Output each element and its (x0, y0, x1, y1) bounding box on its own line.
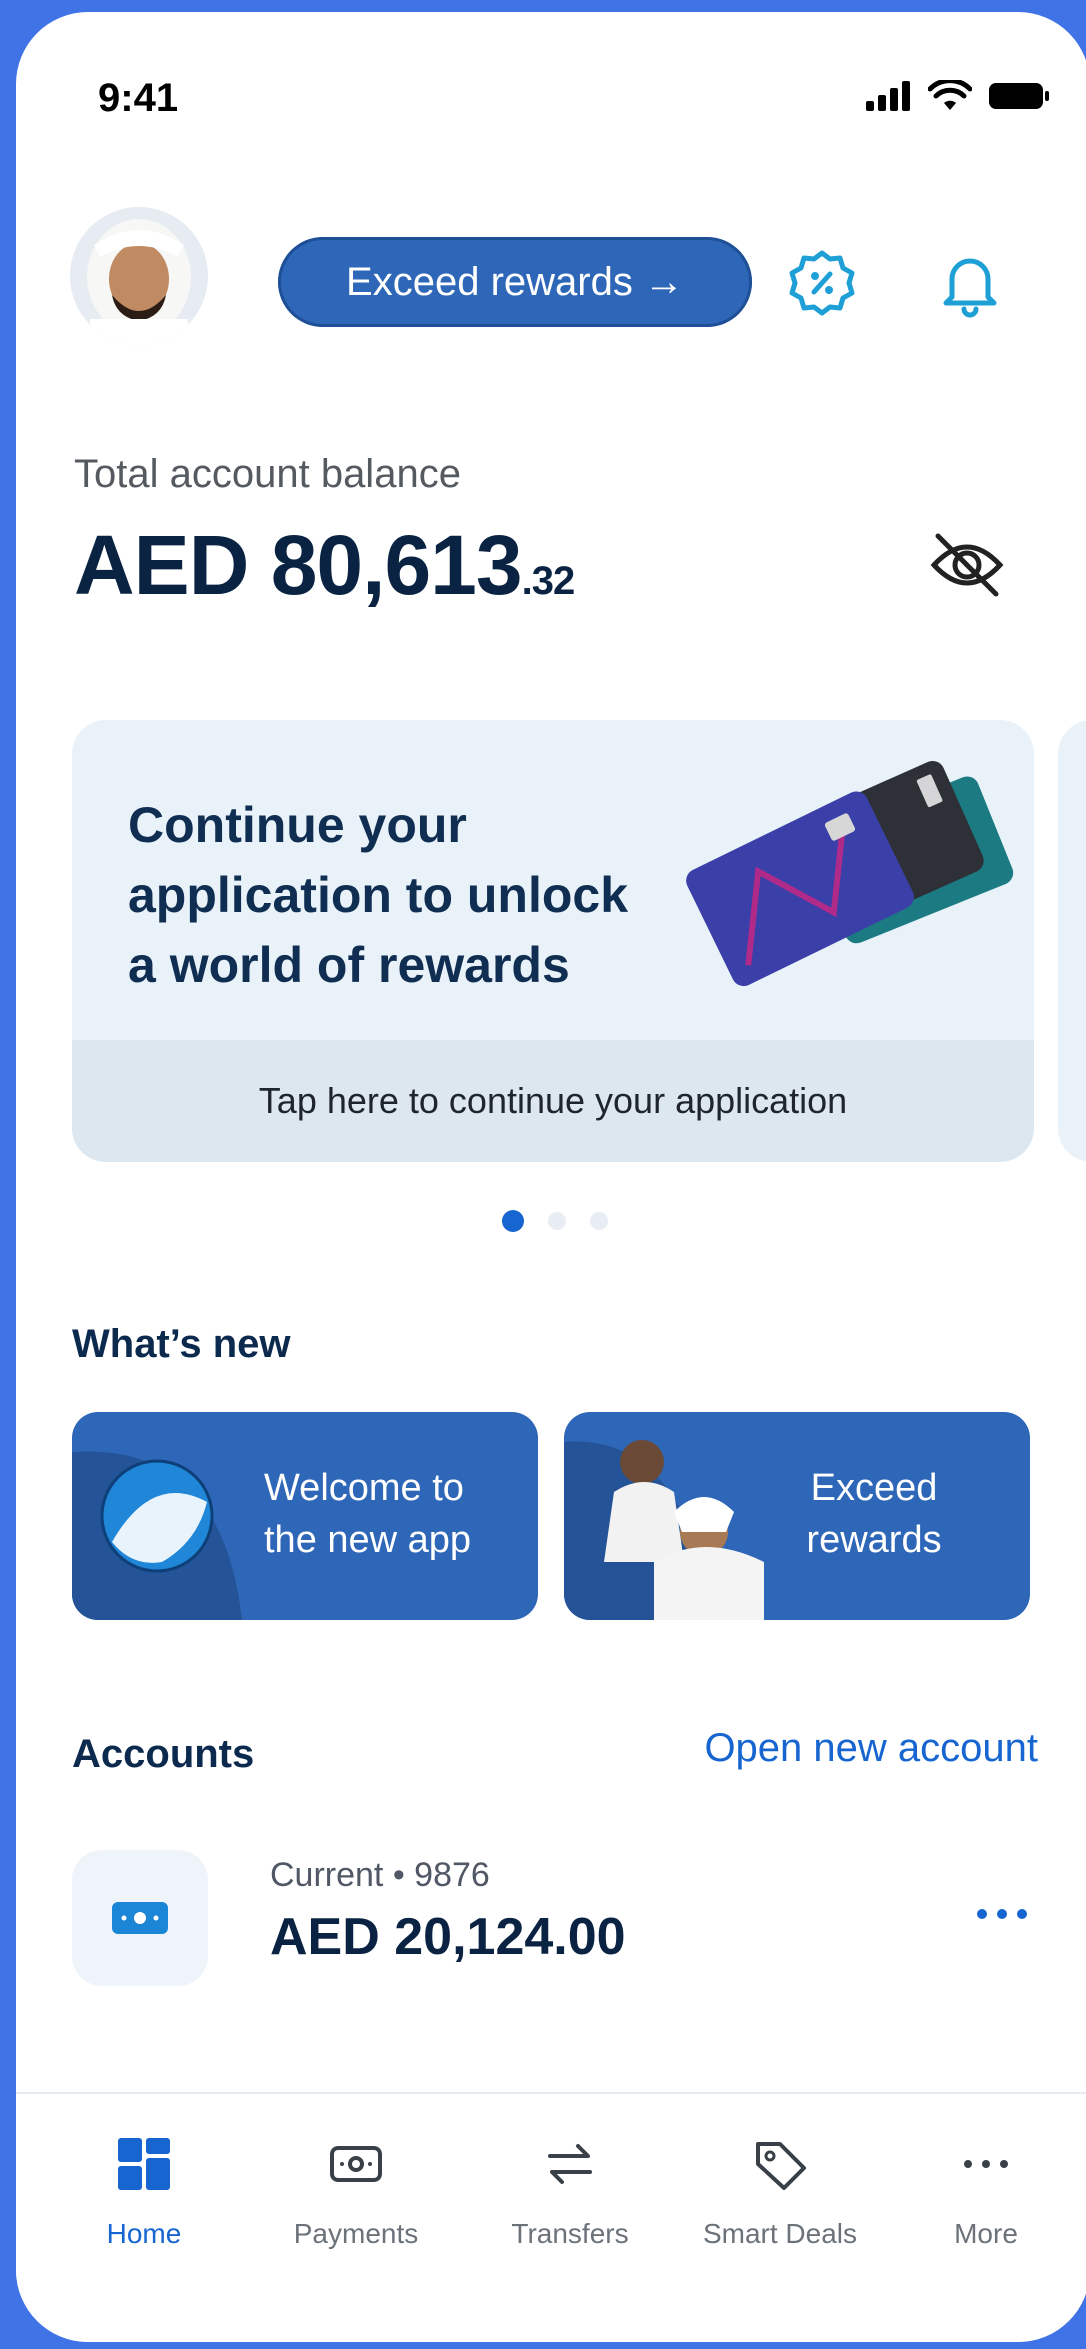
tile-line: Welcome to (264, 1467, 464, 1509)
signal-icon (866, 81, 910, 111)
carousel-pagination[interactable] (502, 1210, 608, 1232)
balance-label: Total account balance (74, 452, 461, 496)
tab-more[interactable]: More (886, 2134, 1086, 2274)
account-options-button[interactable] (972, 1894, 1032, 1934)
bottom-tab-bar: Home Payments Transfers Smart Deals More (16, 2092, 1086, 2342)
carousel-dot[interactable] (590, 1212, 608, 1230)
bell-icon (943, 258, 997, 318)
balance-main: AED 80,613 (74, 518, 523, 612)
open-new-account-link[interactable]: Open new account (704, 1726, 1038, 1771)
tab-label: Smart Deals (702, 2218, 858, 2249)
discount-badge-icon (789, 250, 855, 316)
battery-icon (989, 83, 1049, 109)
next-carousel-card[interactable] (1058, 720, 1086, 1162)
tab-smart-deals[interactable]: Smart Deals (680, 2134, 880, 2274)
tab-payments[interactable]: Payments (256, 2134, 456, 2274)
more-icon (964, 2160, 1008, 2168)
family-photo (564, 1440, 764, 1620)
balance-cents: .32 (521, 559, 576, 603)
continue-application-link[interactable]: Tap here to continue your application (72, 1040, 1034, 1162)
eye-off-icon (930, 533, 1004, 597)
bank-logo-icon (72, 1451, 242, 1620)
promo-title-line: Continue your (128, 797, 467, 853)
tab-label: Home (106, 2218, 182, 2249)
account-subtitle: Current • 9876 (270, 1856, 490, 1894)
hide-balance-button[interactable] (924, 522, 1010, 608)
profile-avatar[interactable] (70, 207, 208, 345)
whats-new-tile-welcome[interactable]: Welcome to the new app (72, 1412, 538, 1620)
whats-new-title: What’s new (72, 1322, 291, 1366)
tile-line: the new app (264, 1519, 472, 1561)
promo-title-line: application to unlock (128, 867, 629, 923)
more-horizontal-icon (977, 1909, 1027, 1919)
credit-cards-illustration (686, 760, 1014, 987)
notifications-button[interactable] (934, 247, 1006, 319)
home-icon (118, 2138, 170, 2190)
exceed-rewards-label: Exceed rewards → (346, 259, 684, 304)
status-icons (866, 80, 1050, 112)
promo-title: Continue your application to unlock a wo… (128, 790, 688, 1000)
promo-title-line: a world of rewards (128, 937, 570, 993)
balance-amount: AED 80,613.32 (74, 517, 576, 614)
account-amount: AED 20,124.00 (270, 1908, 626, 1966)
transfers-icon (548, 2144, 592, 2184)
promo-footer-text: Tap here to continue your application (258, 1080, 848, 1121)
carousel-dot[interactable] (548, 1212, 566, 1230)
tab-label: Payments (293, 2218, 419, 2249)
whats-new-tile-rewards[interactable]: Exceed rewards (564, 1412, 1030, 1620)
tab-transfers[interactable]: Transfers (470, 2134, 670, 2274)
offers-button[interactable] (786, 247, 858, 319)
account-icon-box (72, 1850, 208, 1986)
tile-line: rewards (806, 1519, 942, 1561)
tab-label: Transfers (511, 2218, 629, 2249)
tab-label: More (954, 2218, 1018, 2249)
cash-icon (112, 1902, 168, 1934)
avatar-image (70, 207, 208, 345)
tile-text: Welcome to the new app (264, 1462, 471, 1566)
tile-text: Exceed rewards (764, 1462, 984, 1566)
tile-line: Exceed (810, 1467, 938, 1509)
account-row[interactable]: Current • 9876 AED 20,124.00 (72, 1842, 1032, 1992)
accounts-title: Accounts (72, 1732, 255, 1776)
wifi-icon (928, 80, 972, 110)
tab-home[interactable]: Home (44, 2134, 244, 2274)
payments-icon (330, 2146, 382, 2182)
exceed-rewards-button[interactable]: Exceed rewards → (278, 237, 752, 327)
smart-deals-icon (756, 2142, 806, 2190)
status-time: 9:41 (98, 76, 179, 120)
continue-application-card[interactable]: Continue your application to unlock a wo… (72, 720, 1034, 1162)
carousel-dot[interactable] (502, 1210, 524, 1232)
phone-screen: 9:41 Exceed rewards → Total account bala… (16, 12, 1086, 2342)
